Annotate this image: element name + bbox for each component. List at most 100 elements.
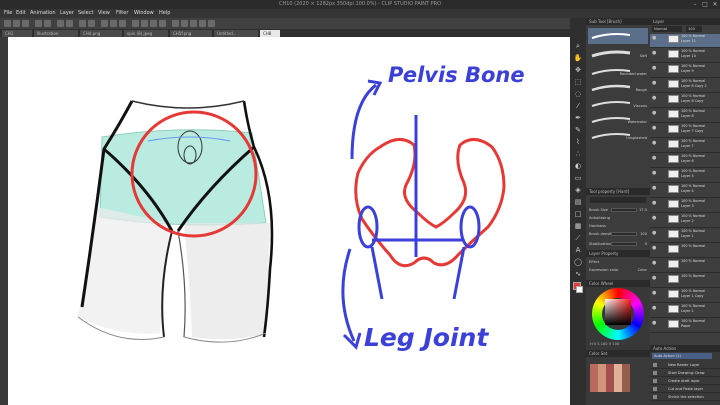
eye-icon[interactable]: ● — [652, 96, 657, 101]
snap-grid-icon[interactable] — [110, 20, 117, 27]
auto-action-item[interactable]: Start Drawing: Draw — [650, 369, 720, 377]
brush-size-row[interactable]: Brush Size 17.0 — [589, 206, 647, 214]
brush-label[interactable]: Unsplashed — [626, 136, 647, 140]
menu-help[interactable]: Help — [159, 9, 170, 18]
eye-icon[interactable]: ● — [652, 216, 657, 221]
text-tool-icon[interactable]: A — [573, 246, 583, 254]
tab-illustration[interactable]: Illustration — [34, 30, 78, 37]
auto-action-item[interactable]: New Raster Layer — [650, 361, 720, 369]
brush-size-slider[interactable] — [611, 208, 637, 212]
layer-row[interactable]: ● 100 % Normal Layer 8 — [650, 109, 720, 123]
zoom-tool-icon[interactable]: ⌕ — [573, 42, 583, 50]
menu-window[interactable]: Window — [134, 9, 154, 18]
eye-icon[interactable]: ● — [652, 261, 657, 266]
correct-line-tool-icon[interactable]: ∿ — [573, 270, 583, 278]
frame-tool-icon[interactable]: ▦ — [573, 222, 583, 230]
flip-icon[interactable] — [172, 20, 179, 27]
menu-file[interactable]: File — [4, 9, 12, 18]
eye-icon[interactable]: ● — [652, 321, 657, 326]
layer-row[interactable]: ● 100 % Normal — [650, 274, 720, 288]
gradient-tool-icon[interactable]: ▤ — [573, 198, 583, 206]
layer-row[interactable]: ● 100 % Normal — [650, 244, 720, 258]
auto-action-set-select[interactable]: Auto Action (1) — [652, 353, 712, 359]
layer-row[interactable]: ● 100 % Normal Layer 5 — [650, 169, 720, 183]
tab-untitled[interactable]: Untitled... — [214, 30, 258, 37]
undo-icon[interactable] — [35, 20, 42, 27]
layer-row[interactable]: ● 100 % Normal Layer 4 — [650, 184, 720, 198]
fill-icon[interactable] — [66, 20, 73, 27]
auto-action-item[interactable]: Cut and Paste layer — [650, 385, 720, 393]
close-icon[interactable]: ✕ — [710, 0, 720, 9]
eyedropper-tool-icon[interactable]: ⁄ — [573, 102, 583, 110]
saturation-value-square[interactable] — [605, 299, 631, 325]
redo-icon[interactable] — [44, 20, 51, 27]
tab-ch8[interactable]: CH8 — [260, 30, 280, 37]
layer-row[interactable]: ● 100 % Normal — [650, 259, 720, 273]
zoom-icon[interactable] — [190, 20, 197, 27]
move-tool-icon[interactable]: ✥ — [573, 66, 583, 74]
eye-icon[interactable]: ● — [652, 66, 657, 71]
airbrush-tool-icon[interactable]: ∴ — [573, 150, 583, 158]
layer-row[interactable]: ● 100 % Normal Layer 7 Copy — [650, 124, 720, 138]
pen-tool-icon[interactable]: ✒ — [573, 114, 583, 122]
select-tool-icon[interactable]: ⬚ — [573, 78, 583, 86]
eye-icon[interactable]: ● — [652, 156, 657, 161]
eye-icon[interactable]: ● — [652, 141, 657, 146]
menu-select[interactable]: Select — [78, 9, 93, 18]
pencil-tool-icon[interactable]: ✎ — [573, 126, 583, 134]
eye-icon[interactable]: ● — [652, 51, 657, 56]
menu-animation[interactable]: Animation — [30, 9, 56, 18]
actual-size-icon[interactable] — [208, 20, 215, 27]
transform-icon[interactable] — [79, 20, 86, 27]
layer-row[interactable]: ● 100 % Normal Layer 11 — [650, 34, 720, 48]
blend-tool-icon[interactable]: ◐ — [573, 162, 583, 170]
stabilization-slider[interactable] — [611, 242, 637, 246]
layer-row[interactable]: ● 100 % Normal Layer 8 Copy — [650, 94, 720, 108]
eye-icon[interactable]: ● — [652, 231, 657, 236]
layer-row[interactable]: ● 100 % Normal Layer 8 Copy 2 — [650, 79, 720, 93]
hardness-row[interactable]: Hardness — [589, 222, 647, 230]
opacity-field[interactable]: 100 — [686, 26, 702, 32]
eye-icon[interactable]: ● — [652, 36, 657, 41]
assets-icon[interactable] — [141, 20, 148, 27]
open-file-icon[interactable] — [13, 20, 20, 27]
settings-icon[interactable] — [150, 20, 157, 27]
eye-icon[interactable]: ● — [652, 171, 657, 176]
clip-studio-icon[interactable] — [132, 20, 139, 27]
balloon-tool-icon[interactable]: ◯ — [573, 258, 583, 266]
layer-row[interactable]: ● 100 % Normal Layer 3 — [650, 199, 720, 213]
eye-icon[interactable]: ● — [652, 126, 657, 131]
layer-row[interactable]: ● 100 % Normal Paper — [650, 319, 720, 333]
save-icon[interactable] — [22, 20, 29, 27]
snap-ruler-icon[interactable] — [101, 20, 108, 27]
help-icon[interactable] — [159, 20, 166, 27]
new-file-icon[interactable] — [4, 20, 11, 27]
menu-view[interactable]: View — [98, 9, 110, 18]
antialiasing-row[interactable]: Antialiasing — [589, 214, 647, 222]
menu-layer[interactable]: Layer — [60, 9, 74, 18]
layer-row[interactable]: ● 100 % Normal Layer 6 — [650, 154, 720, 168]
layer-row[interactable]: ● 100 % Normal Layer 1 Copy — [650, 289, 720, 303]
tab-ch5f[interactable]: CH5f.png — [170, 30, 212, 37]
eye-icon[interactable]: ● — [652, 81, 657, 86]
brush-density-slider[interactable] — [611, 232, 637, 236]
layer-row[interactable]: ● 100 % Normal Layer 2 — [650, 214, 720, 228]
eye-icon[interactable]: ● — [652, 111, 657, 116]
tab-spin[interactable]: spin (8).jpeg — [124, 30, 168, 37]
eye-icon[interactable]: ● — [652, 201, 657, 206]
ruler-tool-icon[interactable]: ⟋ — [573, 234, 583, 242]
tab-ch1[interactable]: CH1 — [2, 30, 32, 37]
expression-color-row[interactable]: Expression color Color — [589, 266, 647, 274]
eye-icon[interactable]: ● — [652, 291, 657, 296]
brush-label[interactable]: Watercolor — [628, 120, 647, 124]
sub-color-swatch[interactable] — [576, 286, 583, 293]
brush-label[interactable]: Rounded water — [620, 72, 647, 76]
clear-icon[interactable] — [57, 20, 64, 27]
menu-filter[interactable]: Filter — [116, 9, 128, 18]
brush-label[interactable]: Viscous — [633, 104, 647, 108]
brush-label[interactable]: Soft — [640, 54, 647, 58]
menu-edit[interactable]: Edit — [16, 9, 26, 18]
eye-icon[interactable]: ● — [652, 276, 657, 281]
layer-row[interactable]: ● 100 % Normal Layer 7 — [650, 139, 720, 153]
brush-label[interactable]: Rough — [636, 88, 647, 92]
